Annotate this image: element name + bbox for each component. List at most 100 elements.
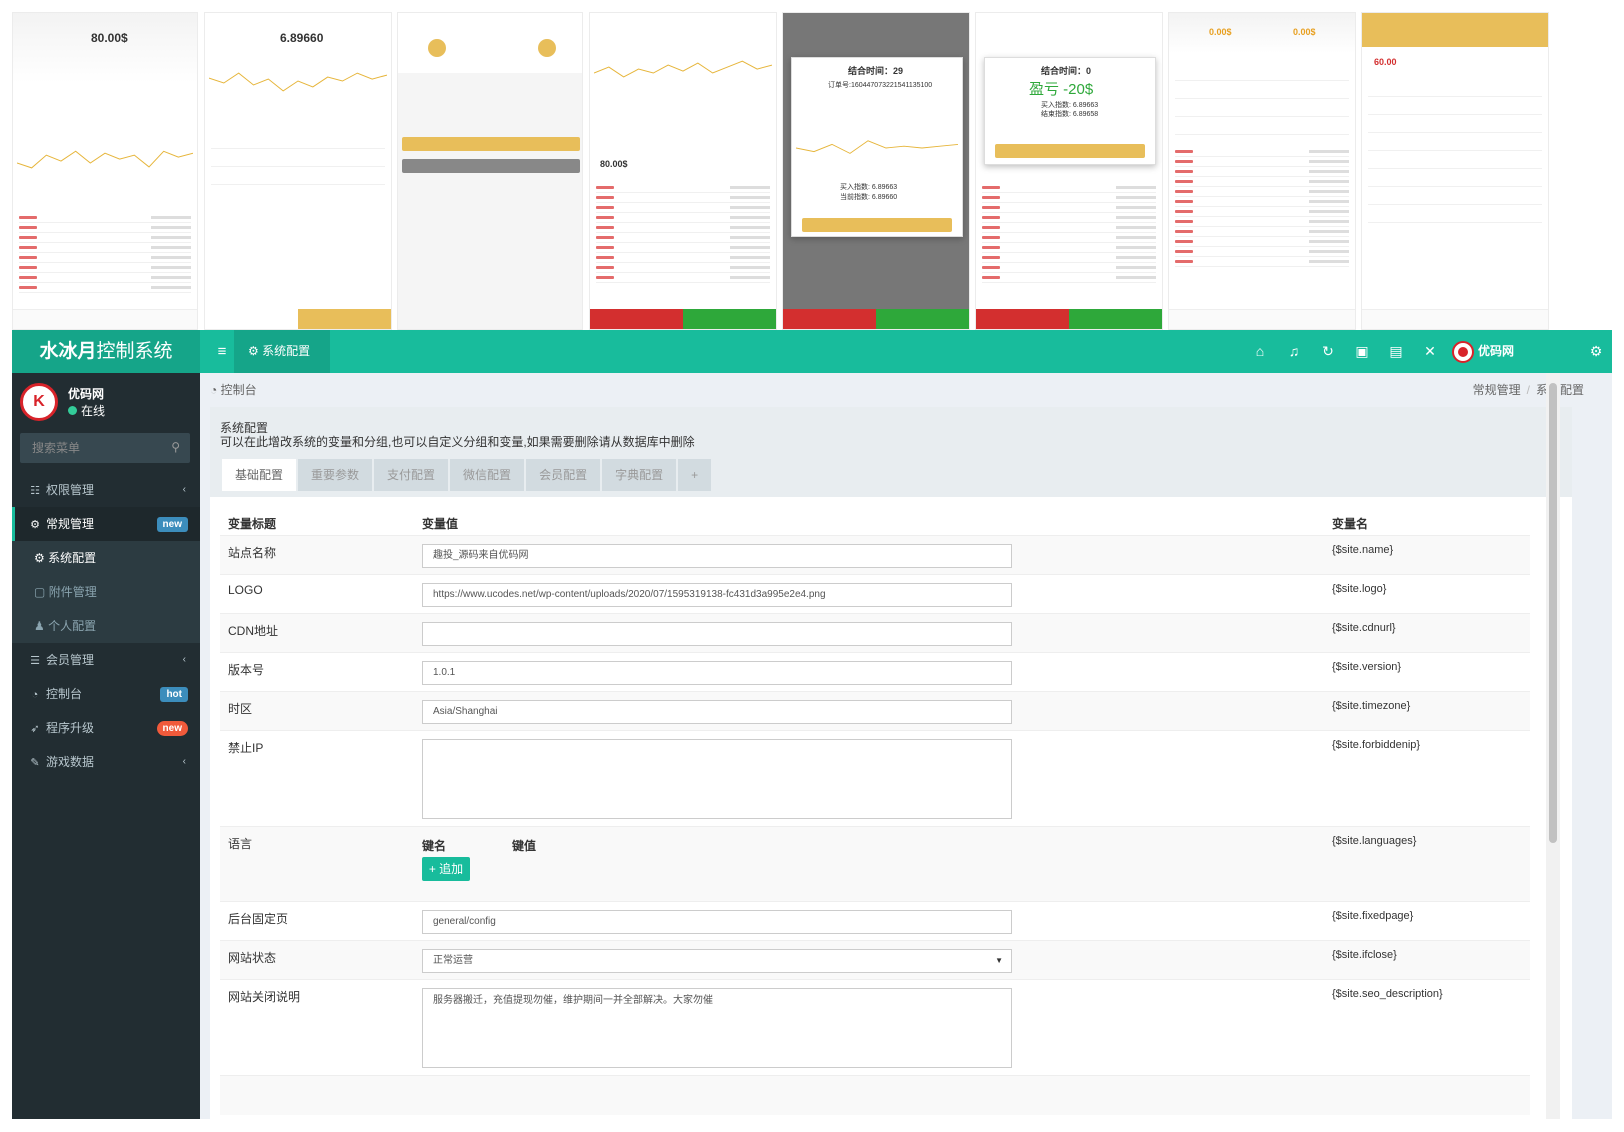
list-icon: ☰ <box>30 655 40 667</box>
row-var-name: {$site.logo} <box>1332 583 1387 595</box>
row-var-name: {$site.cdnurl} <box>1332 622 1396 634</box>
online-dot-icon <box>68 406 77 415</box>
new-badge: new <box>156 721 188 736</box>
table-row: 语言 键名 键值 + 追加 {$site.languages} <box>220 826 1530 901</box>
tab-basic[interactable]: 基础配置 <box>222 459 297 491</box>
tab-system-config[interactable]: ⚙ 系统配置 <box>234 330 330 373</box>
row-label: LOGO <box>228 583 263 597</box>
sidebar-item-attachment[interactable]: ▢ 附件管理 <box>12 575 200 609</box>
phone-balance: 60.00 <box>1374 57 1397 67</box>
add-tab-button[interactable]: + <box>678 459 712 491</box>
key-label: 键名 <box>422 839 447 853</box>
sidebar-item-upgrade[interactable]: ➶ 程序升级 new <box>12 711 200 745</box>
trash-icon[interactable]: ▣ <box>1350 330 1374 373</box>
top-user-menu[interactable]: 优码网 <box>1452 330 1514 373</box>
row-label: 后台固定页 <box>228 912 289 926</box>
fixed-page-field[interactable]: general/config <box>422 910 1012 934</box>
search-icon[interactable]: ⚲ <box>171 440 180 454</box>
bell-icon[interactable]: ♫ <box>1282 330 1306 373</box>
sidebar-item-members[interactable]: ☰ 会员管理 ‹ <box>12 643 200 677</box>
users-icon: ☷ <box>30 485 40 497</box>
table-row: LOGO https://www.ucodes.net/wp-content/u… <box>220 574 1530 613</box>
main-content: ◔ 控制台 常规管理/系统配置 系统配置 可以在此增改系统的变量和分组,也可以自… <box>200 373 1612 1119</box>
cogs-icon: ⚙ <box>30 519 40 531</box>
order-modal: 结合时间：29 订单号:1604470732215411351​00 买入指数:… <box>791 57 963 237</box>
row-label: 语言 <box>228 837 253 851</box>
avatar <box>20 383 58 421</box>
fullscreen-icon[interactable]: ✕ <box>1418 330 1442 373</box>
add-language-button[interactable]: + 追加 <box>422 857 470 881</box>
sidebar-item-system-config[interactable]: ⚙ 系统配置 <box>12 541 200 575</box>
table-row: 后台固定页 general/config {$site.fixedpage} <box>220 901 1530 940</box>
row-var-name: {$site.fixedpage} <box>1332 910 1414 922</box>
row-label: 网站状态 <box>228 951 277 965</box>
row-var-name: {$site.languages} <box>1332 835 1417 847</box>
settings-icon[interactable]: ⚙ <box>1584 330 1608 373</box>
forbidden-ip-textarea[interactable] <box>422 739 1012 819</box>
user-status: 在线 <box>68 402 105 419</box>
tab-payment[interactable]: 支付配置 <box>374 459 449 491</box>
panel-description: 可以在此增改系统的变量和分组,也可以自定义分组和变量,如果需要删除请从数据库中删… <box>220 435 695 449</box>
tab-wechat[interactable]: 微信配置 <box>450 459 525 491</box>
refresh-icon[interactable]: ↻ <box>1316 330 1340 373</box>
result-modal: 结合时间：0 盈亏 -20$ 买入指数: 6.89663 结束指数: 6.896… <box>984 57 1156 165</box>
user-name: 优码网 <box>68 387 105 401</box>
row-label: 站点名称 <box>228 546 277 560</box>
value-label: 键值 <box>512 839 537 853</box>
site-name-field[interactable]: 趣投_源码来自优码网 <box>422 544 1012 568</box>
table-row: 时区 Asia/Shanghai {$site.timezone} <box>220 691 1530 730</box>
search-input[interactable] <box>20 433 160 463</box>
chevron-left-icon: ‹ <box>182 756 186 767</box>
row-label: 时区 <box>228 702 253 716</box>
sidebar-item-game-data[interactable]: ✎ 游戏数据 ‹ <box>12 745 200 779</box>
table-row: 网站关闭说明 服务器搬迁，充值提现勿催，维护期间一并全部解决。大家勿催 {$si… <box>220 979 1530 1075</box>
sidebar-search: ⚲ <box>20 433 190 463</box>
tab-member[interactable]: 会员配置 <box>526 459 601 491</box>
close-description-textarea[interactable]: 服务器搬迁，充值提现勿催，维护期间一并全部解决。大家勿催 <box>422 988 1012 1068</box>
sidebar-item-general[interactable]: ⚙ 常规管理 new <box>12 507 200 541</box>
column-header-title: 变量标题 <box>228 517 277 531</box>
app-brand[interactable]: 水冰月控制系统 <box>12 330 200 373</box>
cdn-url-field[interactable] <box>422 622 1012 646</box>
phone-chart <box>209 72 387 92</box>
chevron-left-icon: ‹ <box>182 484 186 495</box>
breadcrumb-parent[interactable]: 常规管理 <box>1473 383 1521 397</box>
tab-dictionary[interactable]: 字典配置 <box>602 459 677 491</box>
sidebar-item-dashboard[interactable]: ◔ 控制台 hot <box>12 677 200 711</box>
row-var-name: {$site.version} <box>1332 661 1402 673</box>
phone-chart <box>594 60 772 78</box>
site-status-select[interactable]: 正常运营 ▼ <box>422 949 1012 973</box>
menu-toggle-icon[interactable]: ≡ <box>209 330 235 373</box>
phone-screen-result-modal: 结合时间：0 盈亏 -20$ 买入指数: 6.89663 结束指数: 6.896… <box>975 12 1163 330</box>
gear-icon: ⚙ <box>248 344 259 358</box>
gear-icon: ⚙ <box>34 551 45 565</box>
config-tabs: 基础配置 重要参数 支付配置 微信配置 会员配置 字典配置 + <box>222 459 713 491</box>
row-var-name: {$site.ifclose} <box>1332 949 1397 961</box>
top-navbar: 水冰月控制系统 ≡ ⚙ 系统配置 ⌂ ♫ ↻ ▣ ▤ ✕ 优码网 ⚙ <box>12 330 1612 373</box>
timezone-field[interactable]: Asia/Shanghai <box>422 700 1012 724</box>
rocket-icon: ➶ <box>30 723 40 735</box>
avatar <box>1452 340 1474 363</box>
phone-screen-team: 0.00$ 0.00$ <box>1168 12 1356 330</box>
version-field[interactable]: 1.0.1 <box>422 661 1012 685</box>
column-header-value: 变量值 <box>422 517 459 531</box>
sidebar-user-panel: 优码网 在线 <box>12 373 200 433</box>
logo-field[interactable]: https://www.ucodes.net/wp-content/upload… <box>422 583 1012 607</box>
chevron-left-icon: ‹ <box>182 654 186 665</box>
phone-balance: 80.00$ <box>91 31 128 45</box>
column-header-name: 变量名 <box>1332 517 1369 531</box>
row-label: 网站关闭说明 <box>228 990 301 1004</box>
tab-important[interactable]: 重要参数 <box>298 459 373 491</box>
modal-buy: 买入指数: 6.89663 <box>840 184 898 191</box>
scrollbar[interactable] <box>1546 373 1560 1119</box>
table-row: 禁止IP {$site.forbiddenip} <box>220 730 1530 826</box>
table-row: CDN地址 {$site.cdnurl} <box>220 613 1530 652</box>
sidebar-item-auth[interactable]: ☷ 权限管理 ‹ <box>12 473 200 507</box>
table-row: 版本号 1.0.1 {$site.version} <box>220 652 1530 691</box>
scrollbar-thumb[interactable] <box>1549 383 1557 843</box>
phone-screen-rate: 6.89660 <box>204 12 392 330</box>
sidebar-item-profile[interactable]: ♟ 个人配置 <box>12 609 200 643</box>
magic-icon: ✎ <box>30 757 40 769</box>
language-icon[interactable]: ▤ <box>1384 330 1408 373</box>
home-icon[interactable]: ⌂ <box>1248 330 1272 373</box>
